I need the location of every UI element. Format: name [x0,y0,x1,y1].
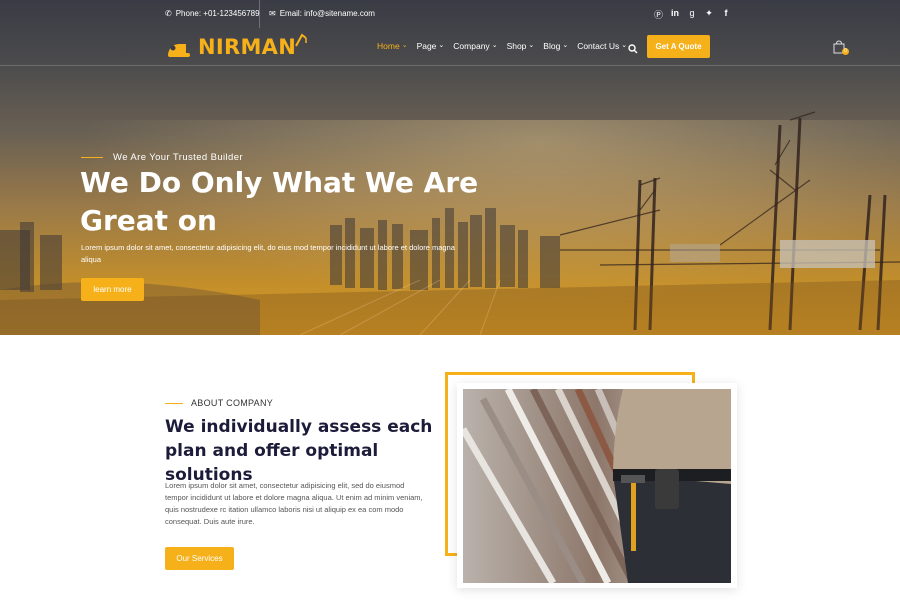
construction-worker-photo [463,389,731,583]
about-label-text: ABOUT COMPANY [191,398,274,408]
about-title: We individually assess each plan and off… [165,417,433,485]
linkedin-icon[interactable]: in [671,8,679,21]
get-quote-button[interactable]: Get A Quote [647,35,710,58]
phone-contact[interactable]: ✆ Phone: +01-123456789 [165,9,260,18]
main-navbar: NIRMAN Home ⌄ Page ⌄ Company ⌄ Shop ⌄ Blog ⌄ … [0,28,900,66]
nav-page-label: Page [416,41,437,51]
learn-more-button[interactable]: learn more [81,278,144,301]
chevron-down-icon: ⌄ [438,42,445,49]
cart-count-badge: 0 [842,48,849,55]
about-label: ABOUT COMPANY [165,398,273,408]
nav-company-label: Company [453,41,490,51]
nav-menu: Home ⌄ Page ⌄ Company ⌄ Shop ⌄ Blog ⌄ Contact… [377,41,627,51]
top-bar: ✆ Phone: +01-123456789 ✉ Email: info@sit… [0,0,900,28]
nav-shop[interactable]: Shop ⌄ [507,41,535,51]
twitter-icon[interactable]: ✦ [705,8,713,21]
nav-home-label: Home [377,41,400,51]
nav-home[interactable]: Home ⌄ [377,41,408,51]
chevron-down-icon: ⌄ [491,42,498,49]
email-text: Email: info@sitename.com [279,9,375,18]
tagline-text: We Are Your Trusted Builder [113,152,243,163]
site-logo[interactable]: NIRMAN [166,32,308,62]
email-contact[interactable]: ✉ Email: info@sitename.com [269,9,375,18]
pinterest-icon[interactable]: Ⓟ [654,8,663,21]
crane-arm-icon [295,33,307,47]
hero-banner: ✆ Phone: +01-123456789 ✉ Email: info@sit… [0,0,900,335]
google-plus-icon[interactable]: g [688,8,696,21]
chevron-down-icon: ⌄ [562,42,569,49]
nav-blog-label: Blog [543,41,561,51]
chevron-down-icon: ⌄ [528,42,535,49]
topbar-divider [259,0,260,28]
about-text: Lorem ipsum dolor sit amet, consectetur … [165,481,423,526]
facebook-icon[interactable]: f [722,8,730,21]
envelope-icon: ✉ [269,9,276,18]
worker-photo-card [457,383,737,588]
chevron-down-icon: ⌄ [401,42,408,49]
nav-page[interactable]: Page ⌄ [417,41,445,51]
our-services-button[interactable]: Our Services [165,547,234,570]
nav-shop-label: Shop [506,41,527,51]
search-button[interactable] [628,41,638,59]
excavator-icon [168,44,190,57]
nav-contact-us[interactable]: Contact Us ⌄ [577,41,627,51]
nav-blog[interactable]: Blog ⌄ [543,41,568,51]
phone-text: Phone: +01-123456789 [175,9,260,18]
tagline-accent-line [81,157,103,158]
hero-description: Lorem ipsum dolor sit amet, consectetur … [81,243,455,264]
search-icon [628,44,638,54]
about-accent-line [165,402,183,404]
cart-button[interactable]: 0 [833,40,849,59]
chevron-down-icon: ⌄ [621,42,628,49]
nav-company[interactable]: Company ⌄ [453,41,497,51]
nav-contact-label: Contact Us [577,41,620,51]
phone-icon: ✆ [165,9,172,18]
social-links: Ⓟ in g ✦ f [654,8,730,21]
brand-name: NIRMAN [198,35,297,59]
hero-tagline: We Are Your Trusted Builder [81,152,243,163]
hero-title: We Do Only What We Are Great on [80,166,479,237]
